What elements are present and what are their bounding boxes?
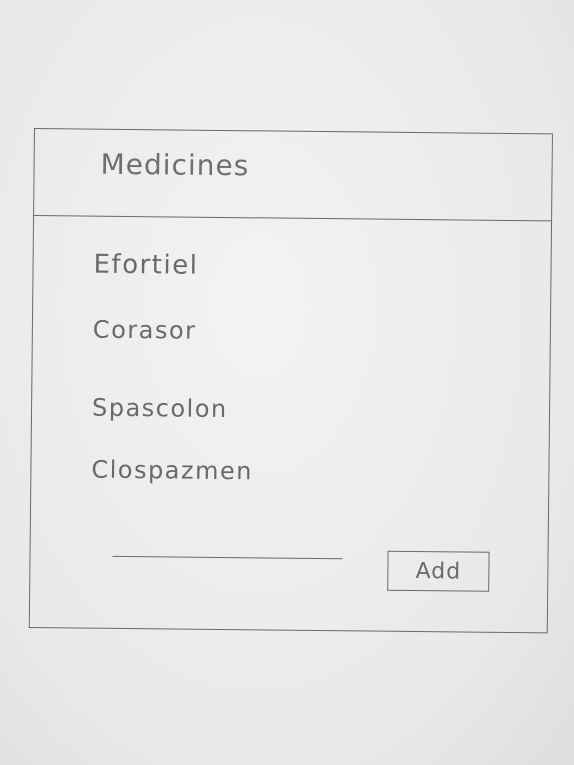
window-header: Medicines — [34, 129, 552, 222]
new-medicine-input[interactable] — [112, 531, 343, 560]
list-item[interactable]: Efortiel — [93, 250, 198, 281]
list-item[interactable]: Clospazmen — [91, 456, 253, 486]
add-button[interactable]: Add — [387, 550, 490, 592]
page-title: Medicines — [100, 147, 250, 183]
list-item[interactable]: Corasor — [93, 316, 197, 345]
medicines-window: Medicines Efortiel Corasor Spascolon Clo… — [28, 128, 553, 634]
list-item[interactable]: Spascolon — [92, 394, 228, 423]
